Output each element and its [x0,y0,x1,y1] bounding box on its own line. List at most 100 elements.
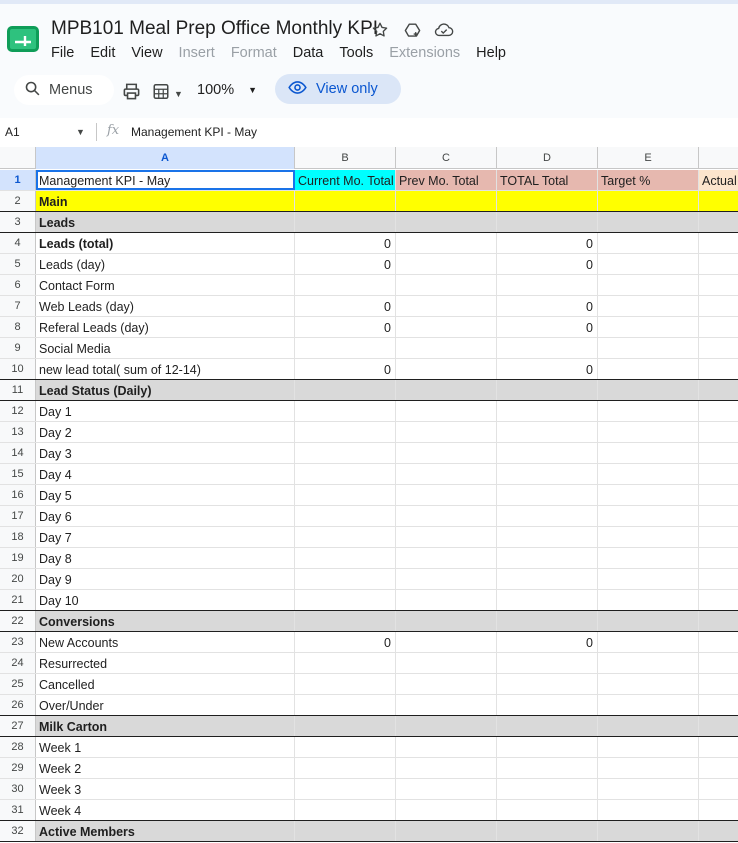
cell-b[interactable] [295,527,396,547]
cell-a[interactable]: Leads (total) [36,233,295,253]
row-header[interactable]: 30 [0,779,36,799]
cloud-status-icon[interactable] [434,20,454,40]
cell-e[interactable] [598,506,699,526]
cell-a[interactable]: Over/Under [36,695,295,715]
search-menus-button[interactable]: Menus [14,75,114,105]
cell-f[interactable] [699,506,738,526]
cell-f[interactable] [699,527,738,547]
cell-f[interactable] [699,821,738,841]
cell-b[interactable]: 0 [295,296,396,316]
row-header[interactable]: 20 [0,569,36,589]
select-all-corner[interactable] [0,147,36,169]
cell-e[interactable] [598,695,699,715]
cell-b[interactable] [295,485,396,505]
cell-d[interactable] [497,464,598,484]
cell-d[interactable] [497,422,598,442]
menu-format[interactable]: Format [231,45,277,61]
cell-c[interactable] [396,569,497,589]
column-header-c[interactable]: C [396,147,497,169]
cell-b[interactable] [295,779,396,799]
menu-insert[interactable]: Insert [179,45,215,61]
cell-d[interactable] [497,716,598,736]
cell-e[interactable] [598,548,699,568]
name-box[interactable]: A1 [5,125,20,139]
row-header[interactable]: 31 [0,800,36,820]
cell-e[interactable] [598,191,699,211]
cell-c[interactable] [396,527,497,547]
menu-edit[interactable]: Edit [90,45,115,61]
cell-a[interactable]: Day 3 [36,443,295,463]
row-header[interactable]: 22 [0,611,36,631]
cell-e[interactable] [598,254,699,274]
cell-d[interactable] [497,821,598,841]
formula-input[interactable]: Management KPI - May [131,125,257,139]
cell-b[interactable] [295,212,396,232]
cell-f[interactable] [699,233,738,253]
move-to-drive-icon[interactable] [402,20,422,40]
cell-c[interactable] [396,380,497,400]
cell-d[interactable]: 0 [497,632,598,652]
cell-b[interactable] [295,590,396,610]
cell-a[interactable]: Social Media [36,338,295,358]
row-header[interactable]: 11 [0,380,36,400]
cell-b[interactable] [295,464,396,484]
cell-a[interactable]: Lead Status (Daily) [36,380,295,400]
view-only-button[interactable]: View only [275,74,401,104]
cell-d[interactable]: 0 [497,317,598,337]
cell-d[interactable] [497,401,598,421]
cell-a[interactable]: Week 1 [36,737,295,757]
cell-d[interactable]: 0 [497,296,598,316]
cell-d[interactable] [497,548,598,568]
cell-e[interactable] [598,653,699,673]
cell-a[interactable]: Contact Form [36,275,295,295]
cell-d[interactable] [497,674,598,694]
row-header[interactable]: 16 [0,485,36,505]
cell-b[interactable] [295,401,396,421]
cell-c[interactable] [396,716,497,736]
cell-e[interactable] [598,590,699,610]
format-table-button[interactable]: ▼ [152,82,183,106]
cell-c[interactable] [396,485,497,505]
cell-c[interactable] [396,548,497,568]
cell-e[interactable] [598,779,699,799]
cell-c[interactable] [396,758,497,778]
cell-a[interactable]: Day 5 [36,485,295,505]
cell-d[interactable]: 0 [497,233,598,253]
cell-d[interactable] [497,506,598,526]
cell-d[interactable] [497,485,598,505]
cell-a[interactable]: Resurrected [36,653,295,673]
cell-a[interactable]: Day 9 [36,569,295,589]
cell-f[interactable] [699,254,738,274]
document-title[interactable]: MPB101 Meal Prep Office Monthly KPI [51,18,378,40]
cell-c[interactable] [396,779,497,799]
cell-d[interactable] [497,443,598,463]
cell-f[interactable] [699,674,738,694]
cell-d[interactable] [497,800,598,820]
menu-tools[interactable]: Tools [339,45,373,61]
cell-b[interactable]: 0 [295,317,396,337]
cell-f[interactable] [699,380,738,400]
cell-c[interactable] [396,401,497,421]
cell-c[interactable] [396,443,497,463]
row-header[interactable]: 17 [0,506,36,526]
row-header[interactable]: 4 [0,233,36,253]
cell-e[interactable] [598,758,699,778]
cell-b[interactable] [295,191,396,211]
cell-d[interactable] [497,653,598,673]
column-header-b[interactable]: B [295,147,396,169]
cell-a[interactable]: Day 4 [36,464,295,484]
cell-c[interactable] [396,254,497,274]
row-header[interactable]: 19 [0,548,36,568]
row-header[interactable]: 26 [0,695,36,715]
row-header[interactable]: 15 [0,464,36,484]
cell-e[interactable] [598,317,699,337]
cell-d[interactable] [497,338,598,358]
row-header[interactable]: 13 [0,422,36,442]
cell-e[interactable] [598,275,699,295]
cell-e[interactable] [598,527,699,547]
cell-f[interactable] [699,296,738,316]
cell-c[interactable] [396,800,497,820]
print-icon[interactable] [122,82,141,106]
cell-b[interactable] [295,716,396,736]
chevron-down-icon[interactable]: ▼ [76,127,85,137]
